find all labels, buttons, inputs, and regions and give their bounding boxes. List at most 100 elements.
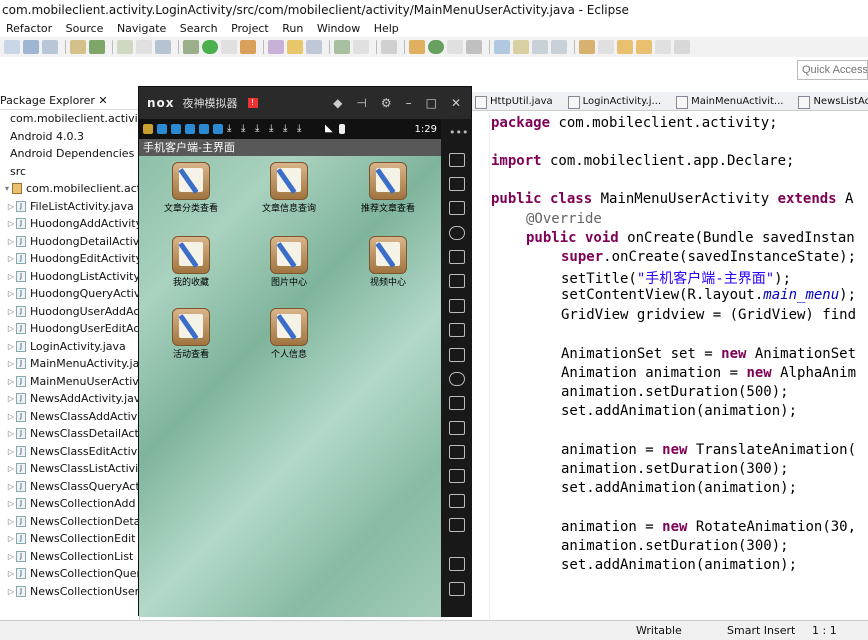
task-icon[interactable]	[579, 40, 595, 54]
chevron-down-icon[interactable]	[447, 40, 463, 54]
chevron-right-icon[interactable]: ▷	[6, 285, 16, 303]
volume-up-icon[interactable]	[449, 298, 465, 313]
tree-item[interactable]: ▷ J HuodongListActivity.	[0, 268, 139, 286]
tree-item[interactable]: ▷ J NewsClassListActivi	[0, 460, 139, 478]
menu-navigate[interactable]: Navigate	[117, 22, 166, 35]
tree-item[interactable]: ▷ J MainMenuActivity.jav	[0, 355, 139, 373]
screenshot-icon[interactable]	[449, 396, 465, 411]
close-icon[interactable]: ✕	[98, 94, 107, 107]
external-tools-icon[interactable]	[240, 40, 256, 54]
tree-item[interactable]: ▷ J NewsCollectionDeta	[0, 513, 139, 531]
multi-instance-icon[interactable]	[449, 445, 465, 460]
chevron-right-icon[interactable]: ▷	[6, 530, 16, 548]
open-type-icon[interactable]	[306, 40, 322, 54]
chevron-right-icon[interactable]: ▷	[6, 460, 16, 478]
chevron-right-icon[interactable]: ▷	[6, 408, 16, 426]
pin-icon[interactable]	[381, 40, 397, 54]
pin-icon[interactable]: ⊣	[356, 96, 366, 110]
tree-item[interactable]: ▷ J NewsCollectionEdit	[0, 530, 139, 548]
layout-icon[interactable]	[494, 40, 510, 54]
tree-item[interactable]: com.mobileclient.activity.LoginA	[0, 110, 139, 128]
menu-project[interactable]: Project	[231, 22, 269, 35]
android-sdk-icon[interactable]	[89, 40, 105, 54]
search-icon[interactable]	[334, 40, 350, 54]
record-icon[interactable]	[449, 420, 465, 435]
chevron-right-icon[interactable]: ▷	[6, 338, 16, 356]
keyboard-icon[interactable]	[449, 176, 465, 191]
tab-httputil[interactable]: HttpUtil.java	[472, 92, 553, 110]
tree-item[interactable]: ▷ J NewsClassDetailActi	[0, 425, 139, 443]
chevron-right-icon[interactable]: ▷	[6, 373, 16, 391]
tree-item[interactable]: ▷ J HuodongEditActivity	[0, 250, 139, 268]
tree-item[interactable]: ▷ J NewsAddActivity.jav	[0, 390, 139, 408]
gift-icon[interactable]: ◆	[333, 96, 342, 110]
menu-refactor[interactable]: Refactor	[6, 22, 52, 35]
phone-icon[interactable]	[449, 152, 465, 167]
menu-help[interactable]: Help	[374, 22, 399, 35]
chevron-right-icon[interactable]: ▷	[6, 425, 16, 443]
grid-item-recommended[interactable]: 推荐文章查看	[342, 162, 434, 214]
tree-item[interactable]: ▷ J MainMenuUserActivi	[0, 373, 139, 391]
location-icon[interactable]	[449, 225, 465, 240]
tree-item[interactable]: ▷ J NewsCollectionAdd	[0, 495, 139, 513]
refresh-icon[interactable]	[428, 40, 444, 54]
chevron-down-icon[interactable]	[353, 40, 369, 54]
more-icon[interactable]: •••	[449, 127, 468, 142]
window-icon[interactable]	[155, 40, 171, 54]
tree-item[interactable]: ▷ J HuodongDetailActivi	[0, 233, 139, 251]
arrow-right-icon[interactable]	[674, 40, 690, 54]
tree-item[interactable]: ▷ J NewsClassAddActivi	[0, 408, 139, 426]
chevron-down-icon[interactable]	[655, 40, 671, 54]
back-icon[interactable]	[617, 40, 633, 54]
menu-window[interactable]: Window	[317, 22, 360, 35]
tree-item[interactable]: ▷ J HuodongUserEditAc	[0, 320, 139, 338]
grid-item-pictures[interactable]: 图片中心	[243, 236, 335, 288]
chevron-right-icon[interactable]: ▷	[6, 565, 16, 583]
chevron-right-icon[interactable]: ▷	[6, 303, 16, 321]
chevron-right-icon[interactable]: ▷	[6, 268, 16, 286]
chevron-right-icon[interactable]: ▷	[6, 320, 16, 338]
settings-icon[interactable]	[466, 40, 482, 54]
chevron-right-icon[interactable]: ▾	[2, 180, 12, 198]
grid-item-category[interactable]: 文章分类查看	[145, 162, 237, 214]
menu-icon[interactable]	[449, 469, 465, 484]
menu-search[interactable]: Search	[180, 22, 218, 35]
recent-apps-icon[interactable]	[449, 581, 465, 596]
shake-icon[interactable]	[449, 371, 465, 386]
tree-item[interactable]: ▷ J NewsCollectionUser	[0, 583, 139, 601]
chevron-right-icon[interactable]: ▷	[6, 478, 16, 496]
fullscreen-icon[interactable]	[449, 274, 465, 289]
tree-item[interactable]: ▷ J NewsClassQueryActi	[0, 478, 139, 496]
grid-item-article-query[interactable]: 文章信息查询	[243, 162, 335, 214]
chevron-right-icon[interactable]: ▷	[6, 495, 16, 513]
menu-run[interactable]: Run	[282, 22, 303, 35]
open-folder-icon[interactable]	[287, 40, 303, 54]
new-class-icon[interactable]	[268, 40, 284, 54]
debug-icon[interactable]	[183, 40, 199, 54]
maximize-icon[interactable]: □	[426, 96, 437, 110]
save-all-icon[interactable]	[42, 40, 58, 54]
chevron-down-icon[interactable]	[136, 40, 152, 54]
tree-item[interactable]: ▷ J NewsCollectionQuer	[0, 565, 139, 583]
grid-item-profile[interactable]: 个人信息	[243, 308, 335, 360]
chevron-right-icon[interactable]: ▷	[6, 548, 16, 566]
tree-item[interactable]: Android Dependencies	[0, 145, 139, 163]
minimize-icon[interactable]: –	[406, 96, 412, 110]
run-icon[interactable]	[202, 40, 218, 54]
grid-item-favorites[interactable]: 我的收藏	[145, 236, 237, 288]
close-icon[interactable]: ✕	[451, 96, 461, 110]
tab-newslist[interactable]: NewsListAct	[795, 92, 868, 110]
tree-item[interactable]: ▷ J HuodongQueryActivi	[0, 285, 139, 303]
tree-item[interactable]: ▷ J FileListActivity.java	[0, 198, 139, 216]
chevron-right-icon[interactable]: ▷	[6, 233, 16, 251]
back-icon[interactable]	[449, 518, 465, 533]
quick-access-input[interactable]	[797, 60, 868, 80]
chevron-down-icon[interactable]	[598, 40, 614, 54]
chevron-right-icon[interactable]: ▷	[6, 443, 16, 461]
tree-item[interactable]: src	[0, 163, 139, 181]
scissors-icon[interactable]	[449, 201, 465, 216]
chevron-right-icon[interactable]: ▷	[6, 215, 16, 233]
gift-icon[interactable]	[409, 40, 425, 54]
pilcrow-icon[interactable]	[551, 40, 567, 54]
package-explorer-tab[interactable]: Package Explorer ✕	[0, 92, 139, 110]
